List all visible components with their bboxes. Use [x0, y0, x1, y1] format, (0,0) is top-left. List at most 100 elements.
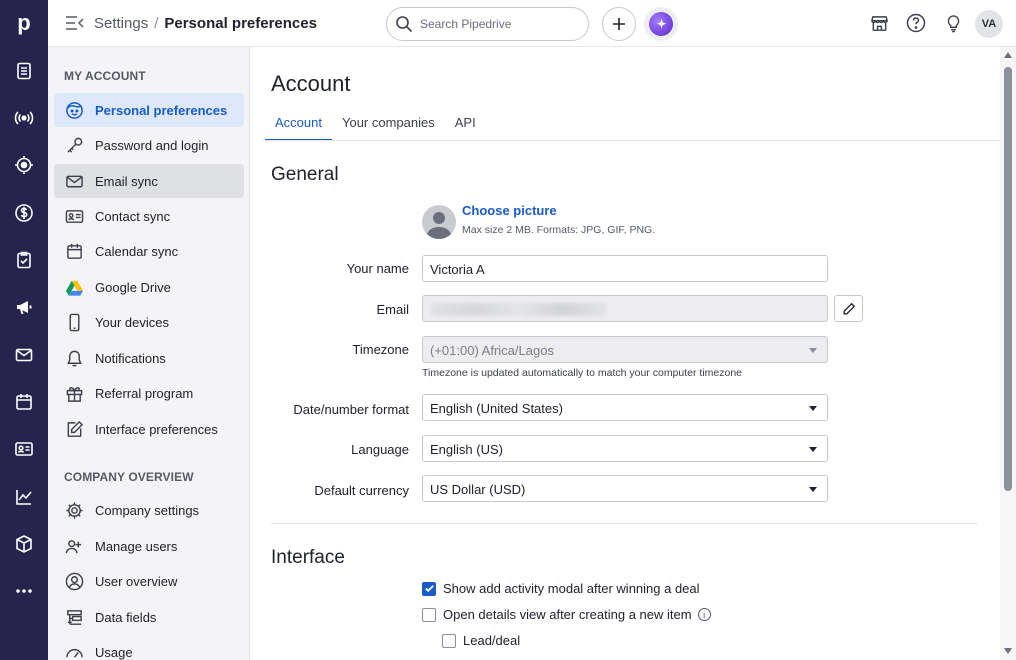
help-icon[interactable]	[905, 12, 927, 34]
sidebar-item-password-and-login[interactable]: Password and login	[54, 128, 244, 162]
search-box[interactable]	[386, 7, 589, 41]
vertical-scrollbar[interactable]	[1000, 47, 1016, 660]
general-section-title: General	[271, 164, 339, 185]
date-format-select[interactable]: English (United States)	[422, 394, 828, 421]
timezone-label: Timezone	[352, 342, 409, 357]
leads-icon[interactable]	[12, 59, 36, 83]
sidebar-item-label: Notifications	[95, 350, 166, 366]
pencil-icon	[843, 302, 855, 314]
currency-value: US Dollar (USD)	[430, 482, 526, 497]
sidebar-item-label: Manage users	[95, 538, 178, 554]
deals-radar-icon[interactable]	[12, 106, 36, 130]
breadcrumb-separator: /	[154, 15, 159, 32]
tab-your-companies[interactable]: Your companies	[332, 109, 445, 141]
language-value: English (US)	[430, 442, 503, 457]
dollar-icon[interactable]	[12, 201, 36, 225]
sidebar-item-referral-program[interactable]: Referral program	[54, 376, 244, 410]
pipedrive-logo[interactable]: p	[0, 0, 48, 46]
users-icon	[64, 536, 84, 556]
sidebar-item-email-sync[interactable]: Email sync	[54, 164, 244, 198]
megaphone-icon[interactable]	[12, 295, 36, 319]
sidebar-item-your-devices[interactable]: Your devices	[54, 305, 244, 339]
sidebar-item-user-overview[interactable]: User overview	[54, 564, 244, 598]
interface-section-title: Interface	[271, 547, 345, 568]
marketplace-store-icon[interactable]	[868, 12, 890, 34]
sidebar-item-label: Email sync	[95, 173, 158, 189]
gift-icon	[64, 383, 84, 403]
tab-account[interactable]: Account	[265, 109, 332, 141]
lead-deal-option[interactable]: Lead/deal	[442, 633, 520, 648]
scroll-thumb[interactable]	[1004, 67, 1012, 491]
email-field	[422, 295, 828, 322]
details-view-option[interactable]: Open details view after creating a new i…	[422, 607, 711, 622]
calendar-icon	[64, 241, 84, 261]
contacts-card-icon[interactable]	[12, 437, 36, 461]
bell-icon	[64, 348, 84, 368]
top-bar: Settings / Personal preferences VA	[48, 0, 1016, 47]
breadcrumb-current: Personal preferences	[164, 15, 317, 32]
user-avatar[interactable]: VA	[975, 10, 1003, 38]
id-card-icon	[64, 206, 84, 226]
timezone-value: (+01:00) Africa/Lagos	[430, 343, 554, 358]
insights-chart-icon[interactable]	[12, 485, 36, 509]
language-select[interactable]: English (US)	[422, 435, 828, 462]
scroll-down-arrow[interactable]	[1004, 648, 1012, 654]
language-label: Language	[351, 442, 409, 457]
tab-api[interactable]: API	[445, 109, 486, 141]
tasks-clipboard-icon[interactable]	[12, 248, 36, 272]
date-format-label: Date/number format	[293, 402, 409, 417]
ai-assistant-button[interactable]	[644, 7, 678, 41]
sidebar-item-google-drive[interactable]: Google Drive	[54, 270, 244, 304]
products-box-icon[interactable]	[12, 532, 36, 556]
picture-hint: Max size 2 MB. Formats: JPG, GIF, PNG.	[462, 224, 656, 236]
option-label: Lead/deal	[463, 633, 521, 648]
sidebar-item-data-fields[interactable]: Data fields	[54, 600, 244, 634]
sidebar-item-label: User overview	[95, 573, 178, 589]
google-drive-icon	[64, 277, 84, 297]
settings-sidebar: MY ACCOUNT Personal preferences Password…	[48, 47, 250, 660]
phone-icon	[64, 312, 84, 332]
sidebar-item-label: Password and login	[95, 137, 209, 153]
sidebar-item-label: Company settings	[95, 502, 200, 518]
sidebar-item-company-settings[interactable]: Company settings	[54, 493, 244, 527]
breadcrumb-settings[interactable]: Settings	[94, 15, 148, 32]
checkbox-checked[interactable]	[422, 581, 436, 596]
search-input[interactable]	[420, 15, 580, 33]
scroll-up-arrow[interactable]	[1004, 52, 1012, 58]
envelope-icon	[64, 171, 84, 191]
sidebar-item-notifications[interactable]: Notifications	[54, 341, 244, 375]
menu-collapse-icon[interactable]	[64, 13, 86, 33]
profile-picture-placeholder	[422, 205, 456, 239]
more-icon[interactable]	[12, 579, 36, 603]
name-input[interactable]: Victoria A	[422, 255, 828, 282]
gear-icon	[64, 500, 84, 520]
email-label: Email	[376, 302, 409, 317]
chevron-down-icon	[809, 447, 817, 452]
sidebar-item-manage-users[interactable]: Manage users	[54, 529, 244, 563]
sidebar-item-label: Calendar sync	[95, 243, 179, 259]
plus-icon	[613, 18, 625, 30]
sidebar-item-contact-sync[interactable]: Contact sync	[54, 199, 244, 233]
sidebar-item-personal-preferences[interactable]: Personal preferences	[54, 93, 244, 127]
gauge-icon	[64, 642, 84, 660]
calendar-icon[interactable]	[12, 390, 36, 414]
sidebar-item-calendar-sync[interactable]: Calendar sync	[54, 234, 244, 268]
checkbox-unchecked[interactable]	[422, 607, 436, 622]
mail-icon[interactable]	[12, 343, 36, 367]
sidebar-item-label: Referral program	[95, 385, 194, 401]
currency-select[interactable]: US Dollar (USD)	[422, 475, 828, 502]
lightbulb-icon[interactable]	[942, 12, 964, 34]
checkbox-unchecked[interactable]	[442, 633, 456, 648]
sparkle-icon	[649, 12, 673, 36]
choose-picture-link[interactable]: Choose picture	[462, 203, 557, 218]
target-icon[interactable]	[12, 153, 36, 177]
sidebar-item-interface-preferences[interactable]: Interface preferences	[54, 412, 244, 446]
name-label: Your name	[346, 261, 409, 276]
email-value-redacted	[431, 303, 606, 316]
timezone-select: (+01:00) Africa/Lagos	[422, 336, 828, 363]
sidebar-item-usage[interactable]: Usage	[54, 635, 244, 660]
edit-email-button[interactable]	[834, 295, 863, 322]
activity-modal-option[interactable]: Show add activity modal after winning a …	[422, 581, 700, 596]
quick-add-button[interactable]	[602, 7, 636, 41]
info-icon[interactable]: i	[697, 608, 711, 621]
